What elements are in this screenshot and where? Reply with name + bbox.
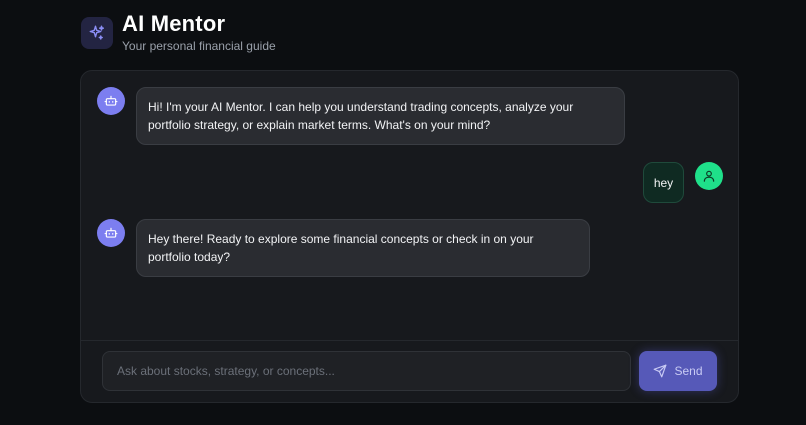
bot-icon [97,219,125,247]
bot-icon [97,87,125,115]
send-label: Send [674,364,703,378]
send-button[interactable]: Send [639,351,717,391]
message-list: Hi! I'm your AI Mentor. I can help you u… [81,71,738,341]
user-message: hey [643,162,684,203]
app-header: AI Mentor Your personal financial guide [81,12,276,53]
message-composer: Send [81,340,738,402]
sparkles-icon [81,16,113,49]
user-icon [695,162,723,190]
assistant-message: Hey there! Ready to explore some financi… [136,219,590,277]
chat-panel: Hi! I'm your AI Mentor. I can help you u… [80,70,739,403]
assistant-message: Hi! I'm your AI Mentor. I can help you u… [136,87,625,145]
send-icon [653,364,667,378]
message-input[interactable] [102,351,631,391]
app-title: AI Mentor [122,11,226,36]
app-subtitle: Your personal financial guide [122,39,276,53]
